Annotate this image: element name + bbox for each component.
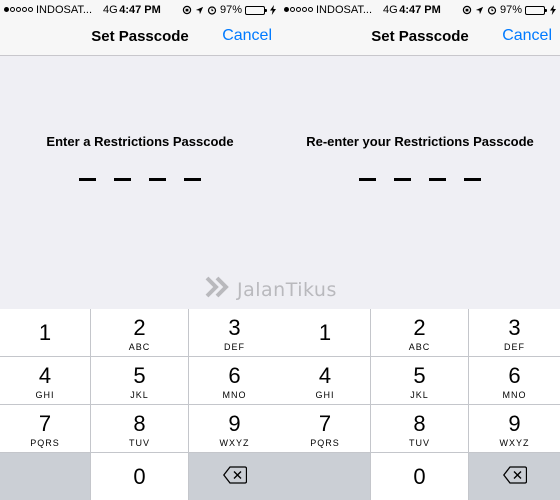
location-icon	[195, 6, 204, 15]
passcode-digit-slot	[359, 178, 376, 181]
alarm-icon	[207, 5, 217, 15]
key-8[interactable]: 8 TUV	[371, 405, 468, 452]
passcode-digit-slot	[184, 178, 201, 181]
key-4[interactable]: 4 GHI	[280, 357, 370, 404]
battery-percentage: 97%	[499, 4, 522, 16]
navigation-bar: Set Passcode Cancel	[280, 20, 560, 56]
delete-backspace-icon	[502, 466, 527, 489]
location-icon	[475, 6, 484, 15]
delete-backspace-icon	[222, 466, 247, 489]
passcode-digit-slot	[429, 178, 446, 181]
key-4[interactable]: 4 GHI	[0, 357, 90, 404]
orientation-lock-icon	[462, 5, 472, 15]
screen-enter-passcode: INDOSAT... 4G 4:47 PM 97% Set Passcode C…	[0, 0, 280, 500]
key-blank	[280, 453, 370, 500]
status-bar: INDOSAT... 4G 4:47 PM 97%	[280, 0, 560, 20]
charging-bolt-icon	[270, 5, 276, 15]
key-2[interactable]: 2 ABC	[371, 309, 468, 356]
battery-icon	[245, 5, 267, 15]
key-7[interactable]: 7 PQRS	[0, 405, 90, 452]
passcode-digit-slot	[114, 178, 131, 181]
key-6[interactable]: 6 MNO	[189, 357, 280, 404]
passcode-digit-slot	[149, 178, 166, 181]
key-blank	[0, 453, 90, 500]
key-5[interactable]: 5 JKL	[91, 357, 188, 404]
key-0[interactable]: 0	[371, 453, 468, 500]
screen-reenter-passcode: INDOSAT... 4G 4:47 PM 97% Set Passcode C…	[280, 0, 560, 500]
passcode-digit-slot	[464, 178, 481, 181]
key-0[interactable]: 0	[91, 453, 188, 500]
numeric-keypad: 1 2 ABC 3 DEF 4 GHI 5 JKL 6 MNO 7 PQRS 8…	[280, 309, 560, 500]
passcode-prompt: Enter a Restrictions Passcode	[46, 134, 234, 149]
key-3[interactable]: 3 DEF	[469, 309, 560, 356]
delete-key[interactable]	[189, 453, 280, 500]
key-1[interactable]: 1	[0, 309, 90, 356]
alarm-icon	[487, 5, 497, 15]
charging-bolt-icon	[550, 5, 556, 15]
status-bar: INDOSAT... 4G 4:47 PM 97%	[0, 0, 280, 20]
passcode-digit-slot	[394, 178, 411, 181]
key-9[interactable]: 9 WXYZ	[469, 405, 560, 452]
cancel-button[interactable]: Cancel	[502, 27, 552, 45]
key-7[interactable]: 7 PQRS	[280, 405, 370, 452]
key-3[interactable]: 3 DEF	[189, 309, 280, 356]
battery-percentage: 97%	[219, 4, 242, 16]
key-5[interactable]: 5 JKL	[371, 357, 468, 404]
key-6[interactable]: 6 MNO	[469, 357, 560, 404]
delete-key[interactable]	[469, 453, 560, 500]
key-1[interactable]: 1	[280, 309, 370, 356]
numeric-keypad: 1 2 ABC 3 DEF 4 GHI 5 JKL 6 MNO 7 PQRS 8…	[0, 309, 280, 500]
battery-icon	[525, 5, 547, 15]
passcode-entry-field	[280, 178, 560, 181]
key-8[interactable]: 8 TUV	[91, 405, 188, 452]
cancel-button[interactable]: Cancel	[222, 27, 272, 45]
passcode-entry-field	[0, 178, 280, 181]
navigation-bar: Set Passcode Cancel	[0, 20, 280, 56]
key-9[interactable]: 9 WXYZ	[189, 405, 280, 452]
passcode-prompt: Re-enter your Restrictions Passcode	[306, 134, 534, 149]
orientation-lock-icon	[182, 5, 192, 15]
key-2[interactable]: 2 ABC	[91, 309, 188, 356]
passcode-digit-slot	[79, 178, 96, 181]
